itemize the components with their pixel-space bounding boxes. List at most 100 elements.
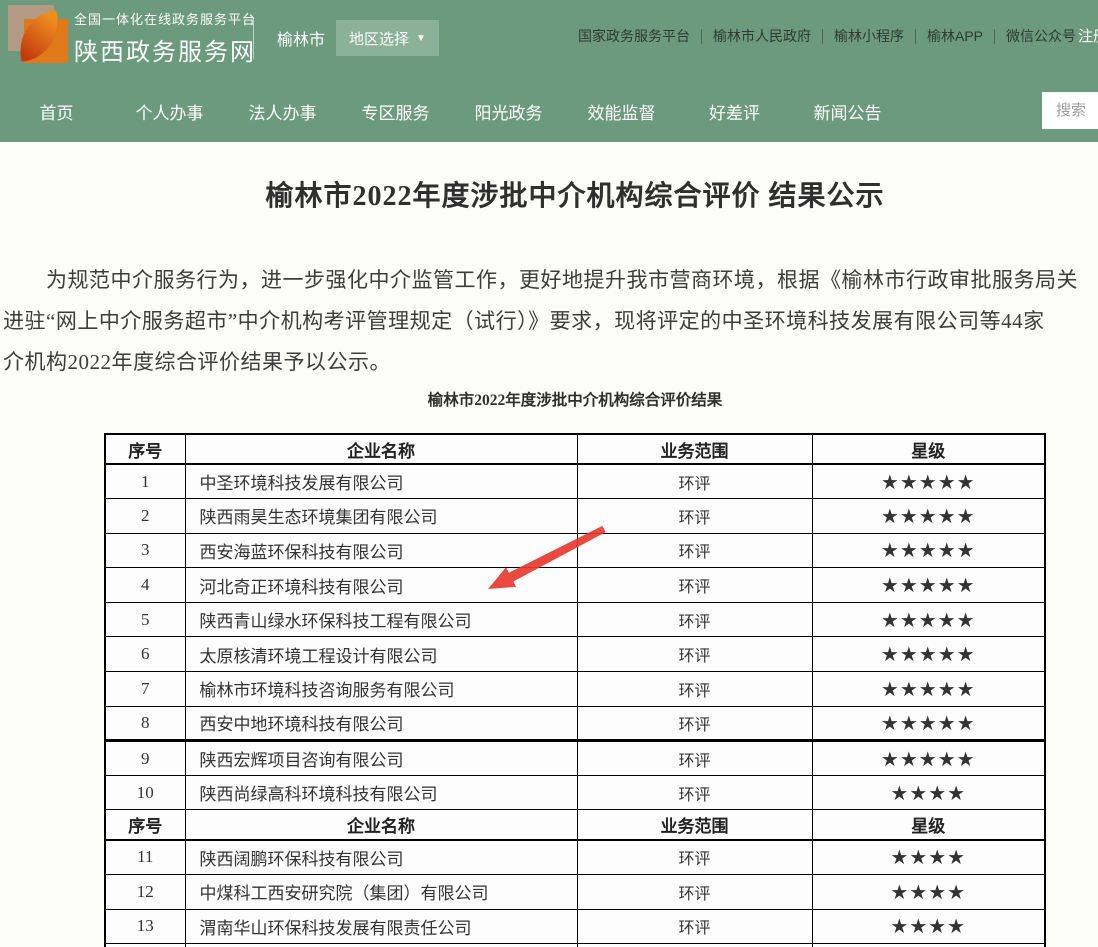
cell-serial: 7 xyxy=(105,672,185,707)
eval-table-body: 序号企业名称业务范围星级1中圣环境科技发展有限公司环评★★★★★2陕西雨昊生态环… xyxy=(105,434,1045,947)
nav-item[interactable]: 法人办事 xyxy=(226,85,339,142)
cell-company-name: 陕西尚绿高科环境科技有限公司 xyxy=(185,775,577,810)
cell-business-scope: 环评 xyxy=(577,637,812,672)
cell-star-rating: ★★★★★ xyxy=(812,568,1045,603)
header-link[interactable]: 国家政务服务平台 xyxy=(578,26,690,46)
column-header: 序号 xyxy=(105,810,185,840)
cell-company-name: 陕西雨昊生态环境集团有限公司 xyxy=(185,499,577,534)
cell-serial: 11 xyxy=(105,840,185,875)
cell-company-name: 陕西宏辉项目咨询有限公司 xyxy=(185,741,577,776)
header-link[interactable]: 榆林APP xyxy=(927,26,983,46)
cell-star-rating: ★★★★★ xyxy=(812,499,1045,534)
cell-star-rating: ★★★★★ xyxy=(812,533,1045,568)
nav-item[interactable]: 阳光政务 xyxy=(452,85,565,142)
cell-serial: 13 xyxy=(105,909,185,944)
table-row: 1中圣环境科技发展有限公司环评★★★★★ xyxy=(105,464,1045,499)
current-city-label: 榆林市 xyxy=(277,26,325,50)
cell-star-rating: ★★★★★ xyxy=(812,464,1045,499)
cell-business-scope: 环评 xyxy=(577,499,812,534)
table-header-row: 序号企业名称业务范围星级 xyxy=(105,434,1045,464)
table-caption: 榆林市2022年度涉批中介机构综合评价结果 xyxy=(0,391,1098,411)
page-title: 榆林市2022年度涉批中介机构综合评价 结果公示 xyxy=(0,182,1098,212)
nav-item[interactable]: 好差评 xyxy=(678,85,791,142)
cell-business-scope: 环评 xyxy=(577,672,812,707)
table-row: 7榆林市环境科技咨询服务有限公司环评★★★★★ xyxy=(105,672,1045,707)
nav-item[interactable]: 个人办事 xyxy=(113,85,226,142)
cell-business-scope: 环评 xyxy=(577,909,812,944)
column-header: 星级 xyxy=(812,434,1045,464)
link-separator xyxy=(822,29,823,44)
table-row: 8西安中地环境科技有限公司环评★★★★★ xyxy=(105,706,1045,741)
evaluation-table: 序号企业名称业务范围星级1中圣环境科技发展有限公司环评★★★★★2陕西雨昊生态环… xyxy=(104,433,1046,947)
cell-business-scope: 环评 xyxy=(577,741,812,776)
cell-company-name: 西安海蓝环保科技有限公司 xyxy=(185,533,577,568)
header-divider xyxy=(253,17,254,59)
cell-serial: 8 xyxy=(105,706,185,741)
link-separator xyxy=(915,29,916,44)
nav-item[interactable]: 效能监督 xyxy=(565,85,678,142)
platform-tagline: 全国一体化在线政务服务平台 xyxy=(74,9,256,28)
register-link[interactable]: 注册 xyxy=(1078,25,1098,46)
cell-star-rating: ★★★★★ xyxy=(812,672,1045,707)
cell-company-name: 陕西青山绿水环保科技工程有限公司 xyxy=(185,602,577,637)
cell-company-name: 渭南华山环保科技发展有限责任公司 xyxy=(185,909,577,944)
header-link[interactable]: 微信公众号 xyxy=(1006,26,1076,46)
table-row: 3西安海蓝环保科技有限公司环评★★★★★ xyxy=(105,533,1045,568)
table-row: 4河北奇正环境科技有限公司环评★★★★★ xyxy=(105,568,1045,603)
cell-business-scope: 环评 xyxy=(577,602,812,637)
cell-star-rating: ★★★★★ xyxy=(812,706,1045,741)
cell-business-scope: 环评 xyxy=(577,875,812,910)
table-row: 6太原核清环境工程设计有限公司环评★★★★★ xyxy=(105,637,1045,672)
cell-star-rating: ★★★★ xyxy=(812,875,1045,910)
main-nav-items: 首页个人办事法人办事专区服务阳光政务效能监督好差评新闻公告 xyxy=(0,85,904,142)
search-input[interactable] xyxy=(1042,92,1098,129)
nav-item[interactable]: 首页 xyxy=(0,85,113,142)
region-selector-button[interactable]: 地区选择 ▼ xyxy=(336,20,439,56)
column-header: 企业名称 xyxy=(185,434,577,464)
cell-star-rating: ★★★★ xyxy=(812,840,1045,875)
column-header: 星级 xyxy=(812,810,1045,840)
cell-serial: 4 xyxy=(105,568,185,603)
cell-company-name: 榆林市环境科技咨询服务有限公司 xyxy=(185,672,577,707)
table-row: 13渭南华山环保科技发展有限责任公司环评★★★★ xyxy=(105,909,1045,944)
page: 全国一体化在线政务服务平台 陕西政务服务网 榆林市 地区选择 ▼ 国家政务服务平… xyxy=(0,0,1098,947)
table-row: 5陕西青山绿水环保科技工程有限公司环评★★★★★ xyxy=(105,602,1045,637)
cell-company-name: 太原核清环境工程设计有限公司 xyxy=(185,637,577,672)
browser-viewport: 全国一体化在线政务服务平台 陕西政务服务网 榆林市 地区选择 ▼ 国家政务服务平… xyxy=(0,0,1098,947)
table-row: 11陕西阔鹏环保科技有限公司环评★★★★ xyxy=(105,840,1045,875)
cell-serial: 1 xyxy=(105,464,185,499)
cell-business-scope: 环评 xyxy=(577,568,812,603)
paragraph-line: 介机构2022年度综合评价结果予以公示。 xyxy=(3,342,1098,383)
header-link[interactable]: 榆林小程序 xyxy=(834,26,904,46)
cell-serial: 5 xyxy=(105,602,185,637)
header-link[interactable]: 榆林市人民政府 xyxy=(713,26,811,46)
table-row: 10陕西尚绿高科环境科技有限公司环评★★★★ xyxy=(105,775,1045,810)
nav-item[interactable]: 专区服务 xyxy=(339,85,452,142)
table-row: 12中煤科工西安研究院（集团）有限公司环评★★★★ xyxy=(105,875,1045,910)
cell-business-scope: 环评 xyxy=(577,533,812,568)
brand: 全国一体化在线政务服务平台 陕西政务服务网 xyxy=(74,9,256,67)
column-header: 企业名称 xyxy=(185,810,577,840)
cell-company-name: 西安中地环境科技有限公司 xyxy=(185,706,577,741)
column-header: 业务范围 xyxy=(577,434,812,464)
cell-serial: 2 xyxy=(105,499,185,534)
column-header: 序号 xyxy=(105,434,185,464)
nav-item[interactable]: 新闻公告 xyxy=(791,85,904,142)
announcement-paragraph: 为规范中介服务行为，进一步强化中介监管工作，更好地提升我市营商环境，根据《榆林市… xyxy=(0,260,1098,383)
main-nav: 首页个人办事法人办事专区服务阳光政务效能监督好差评新闻公告 xyxy=(0,85,1098,142)
cell-company-name: 陕西阔鹏环保科技有限公司 xyxy=(185,840,577,875)
table-header-row: 序号企业名称业务范围星级 xyxy=(105,810,1045,840)
table-row: 9陕西宏辉项目咨询有限公司环评★★★★★ xyxy=(105,741,1045,776)
cell-star-rating: ★★★★ xyxy=(812,909,1045,944)
cell-star-rating: ★★★★ xyxy=(812,775,1045,810)
paragraph-line: 进驻“网上中介服务超市”中介机构考评管理规定（试行）》要求，现将评定的中圣环境科… xyxy=(3,301,1098,342)
cell-business-scope: 环评 xyxy=(577,706,812,741)
cell-company-name: 河北奇正环境科技有限公司 xyxy=(185,568,577,603)
site-logo-icon xyxy=(8,5,66,63)
link-separator xyxy=(994,29,995,44)
cell-company-name: 中煤科工西安研究院（集团）有限公司 xyxy=(185,875,577,910)
site-header: 全国一体化在线政务服务平台 陕西政务服务网 榆林市 地区选择 ▼ 国家政务服务平… xyxy=(0,0,1098,85)
cell-star-rating: ★★★★★ xyxy=(812,741,1045,776)
cell-serial: 3 xyxy=(105,533,185,568)
announcement-content: 榆林市2022年度涉批中介机构综合评价 结果公示 为规范中介服务行为，进一步强化… xyxy=(0,142,1098,947)
